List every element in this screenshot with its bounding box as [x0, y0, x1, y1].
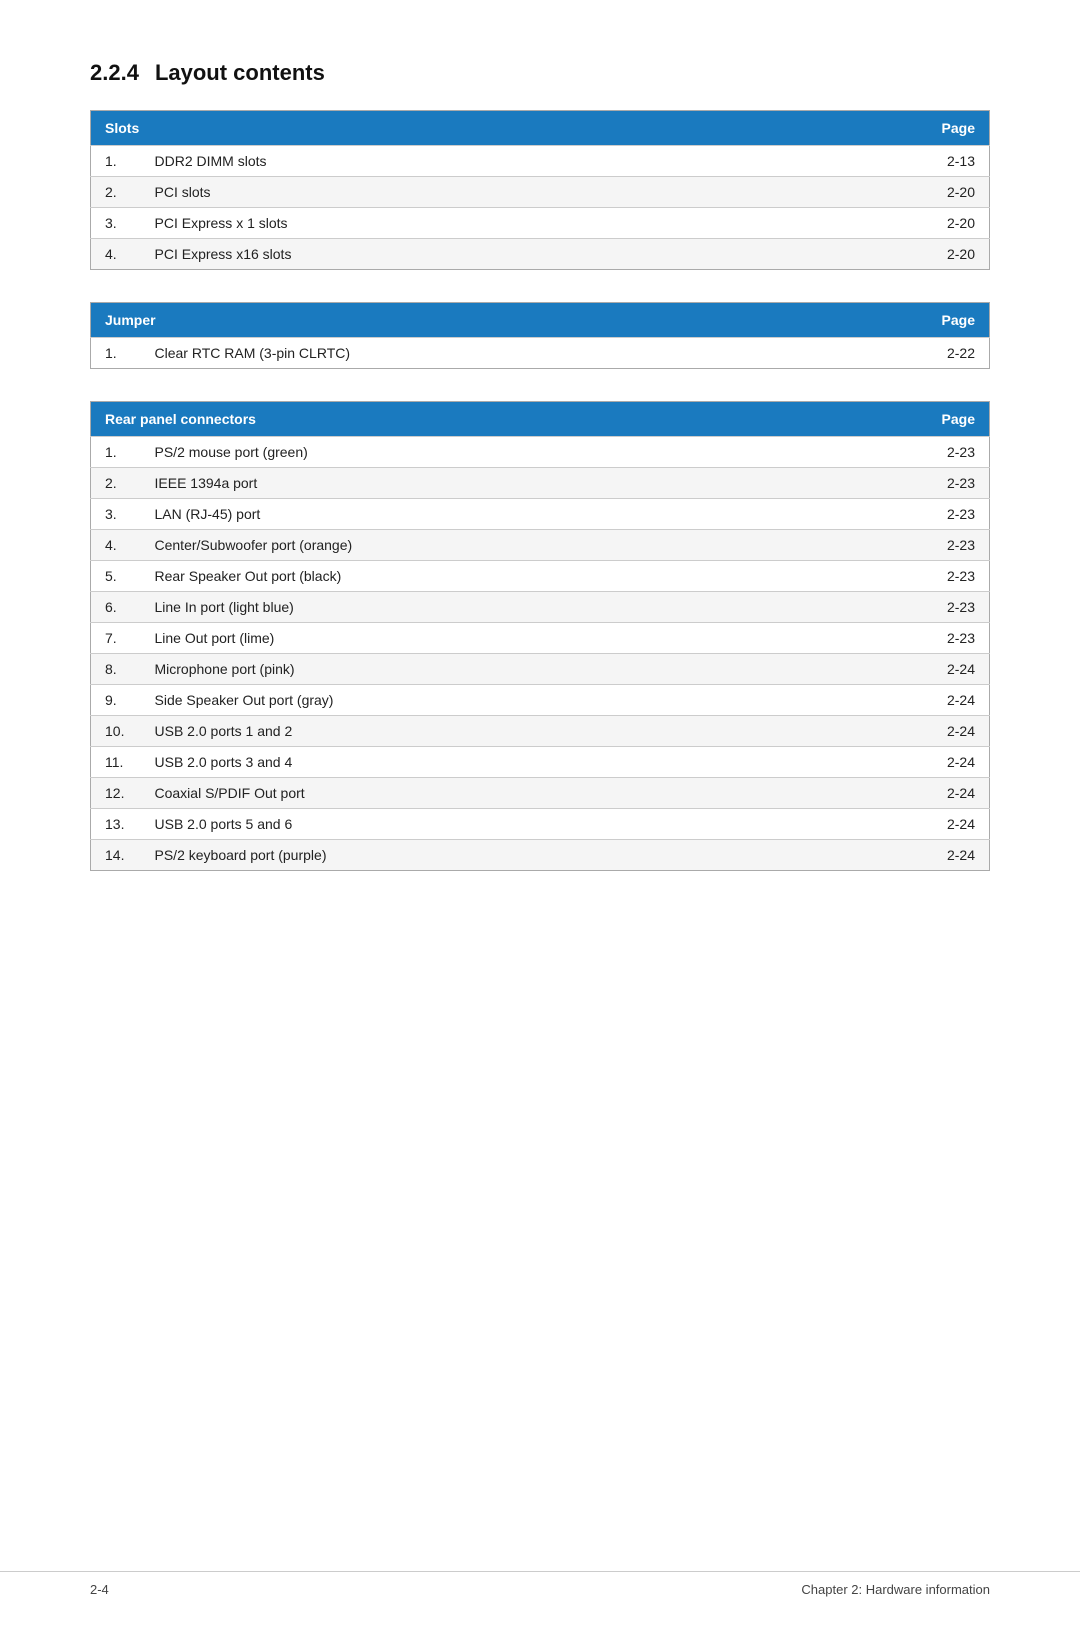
- jumper-header-left: Jumper: [91, 303, 806, 338]
- table-row: 8.Microphone port (pink)2-24: [91, 654, 990, 685]
- jumper-header-row: Jumper Page: [91, 303, 990, 338]
- table-row: 11.USB 2.0 ports 3 and 42-24: [91, 747, 990, 778]
- table-row: 1.PS/2 mouse port (green)2-23: [91, 437, 990, 468]
- row-description: PS/2 mouse port (green): [141, 437, 807, 468]
- row-page: 2-22: [805, 338, 989, 369]
- row-number: 9.: [91, 685, 141, 716]
- row-number: 13.: [91, 809, 141, 840]
- rear-panel-header-right: Page: [807, 402, 990, 437]
- table-row: 1.DDR2 DIMM slots2-13: [91, 146, 990, 177]
- row-number: 12.: [91, 778, 141, 809]
- row-description: USB 2.0 ports 3 and 4: [141, 747, 807, 778]
- row-page: 2-24: [807, 840, 990, 871]
- slots-table: Slots Page 1.DDR2 DIMM slots2-132.PCI sl…: [90, 110, 990, 270]
- table-row: 14.PS/2 keyboard port (purple)2-24: [91, 840, 990, 871]
- row-page: 2-20: [758, 208, 990, 239]
- row-page: 2-24: [807, 747, 990, 778]
- table-row: 4.Center/Subwoofer port (orange)2-23: [91, 530, 990, 561]
- row-description: Coaxial S/PDIF Out port: [141, 778, 807, 809]
- footer-right: Chapter 2: Hardware information: [801, 1582, 990, 1597]
- table-row: 5.Rear Speaker Out port (black)2-23: [91, 561, 990, 592]
- table-row: 6.Line In port (light blue)2-23: [91, 592, 990, 623]
- row-description: PCI Express x16 slots: [141, 239, 758, 270]
- row-page: 2-23: [807, 561, 990, 592]
- row-number: 4.: [91, 530, 141, 561]
- footer: 2-4 Chapter 2: Hardware information: [0, 1571, 1080, 1597]
- row-description: DDR2 DIMM slots: [141, 146, 758, 177]
- row-description: Line Out port (lime): [141, 623, 807, 654]
- row-page: 2-20: [758, 177, 990, 208]
- rear-panel-header-row: Rear panel connectors Page: [91, 402, 990, 437]
- table-row: 2.PCI slots2-20: [91, 177, 990, 208]
- row-description: Clear RTC RAM (3-pin CLRTC): [141, 338, 806, 369]
- table-row: 4.PCI Express x16 slots2-20: [91, 239, 990, 270]
- row-description: PS/2 keyboard port (purple): [141, 840, 807, 871]
- table-row: 9.Side Speaker Out port (gray)2-24: [91, 685, 990, 716]
- table-row: 12.Coaxial S/PDIF Out port2-24: [91, 778, 990, 809]
- row-number: 1.: [91, 338, 141, 369]
- rear-panel-table: Rear panel connectors Page 1.PS/2 mouse …: [90, 401, 990, 871]
- row-description: LAN (RJ-45) port: [141, 499, 807, 530]
- row-page: 2-24: [807, 654, 990, 685]
- row-description: PCI Express x 1 slots: [141, 208, 758, 239]
- row-page: 2-23: [807, 468, 990, 499]
- table-row: 13.USB 2.0 ports 5 and 62-24: [91, 809, 990, 840]
- row-description: Rear Speaker Out port (black): [141, 561, 807, 592]
- table-row: 7.Line Out port (lime)2-23: [91, 623, 990, 654]
- row-description: Line In port (light blue): [141, 592, 807, 623]
- table-row: 3.LAN (RJ-45) port2-23: [91, 499, 990, 530]
- row-page: 2-23: [807, 437, 990, 468]
- row-number: 11.: [91, 747, 141, 778]
- row-number: 14.: [91, 840, 141, 871]
- section-title: 2.2.4 Layout contents: [90, 60, 990, 86]
- table-row: 3.PCI Express x 1 slots2-20: [91, 208, 990, 239]
- row-number: 10.: [91, 716, 141, 747]
- row-description: Microphone port (pink): [141, 654, 807, 685]
- rear-panel-header-left: Rear panel connectors: [91, 402, 807, 437]
- jumper-table: Jumper Page 1.Clear RTC RAM (3-pin CLRTC…: [90, 302, 990, 369]
- row-number: 2.: [91, 177, 141, 208]
- row-number: 4.: [91, 239, 141, 270]
- row-number: 8.: [91, 654, 141, 685]
- row-page: 2-20: [758, 239, 990, 270]
- row-number: 6.: [91, 592, 141, 623]
- row-page: 2-24: [807, 809, 990, 840]
- row-page: 2-24: [807, 778, 990, 809]
- slots-header-right: Page: [758, 111, 990, 146]
- section-heading: Layout contents: [155, 60, 325, 85]
- slots-header-row: Slots Page: [91, 111, 990, 146]
- row-number: 5.: [91, 561, 141, 592]
- table-row: 1.Clear RTC RAM (3-pin CLRTC)2-22: [91, 338, 990, 369]
- row-description: PCI slots: [141, 177, 758, 208]
- section-number: 2.2.4: [90, 60, 139, 85]
- page-content: 2.2.4Layout contents Slots Page 1.DDR2 D…: [0, 0, 1080, 983]
- row-number: 3.: [91, 499, 141, 530]
- row-number: 7.: [91, 623, 141, 654]
- row-page: 2-24: [807, 716, 990, 747]
- row-description: Side Speaker Out port (gray): [141, 685, 807, 716]
- row-page: 2-23: [807, 499, 990, 530]
- row-description: IEEE 1394a port: [141, 468, 807, 499]
- row-description: USB 2.0 ports 1 and 2: [141, 716, 807, 747]
- row-number: 1.: [91, 146, 141, 177]
- table-row: 2.IEEE 1394a port2-23: [91, 468, 990, 499]
- row-number: 3.: [91, 208, 141, 239]
- footer-left: 2-4: [90, 1582, 109, 1597]
- row-page: 2-23: [807, 530, 990, 561]
- row-page: 2-13: [758, 146, 990, 177]
- row-description: Center/Subwoofer port (orange): [141, 530, 807, 561]
- jumper-header-right: Page: [805, 303, 989, 338]
- table-row: 10.USB 2.0 ports 1 and 22-24: [91, 716, 990, 747]
- row-page: 2-24: [807, 685, 990, 716]
- row-page: 2-23: [807, 623, 990, 654]
- row-number: 1.: [91, 437, 141, 468]
- row-page: 2-23: [807, 592, 990, 623]
- row-description: USB 2.0 ports 5 and 6: [141, 809, 807, 840]
- row-number: 2.: [91, 468, 141, 499]
- slots-header-left: Slots: [91, 111, 758, 146]
